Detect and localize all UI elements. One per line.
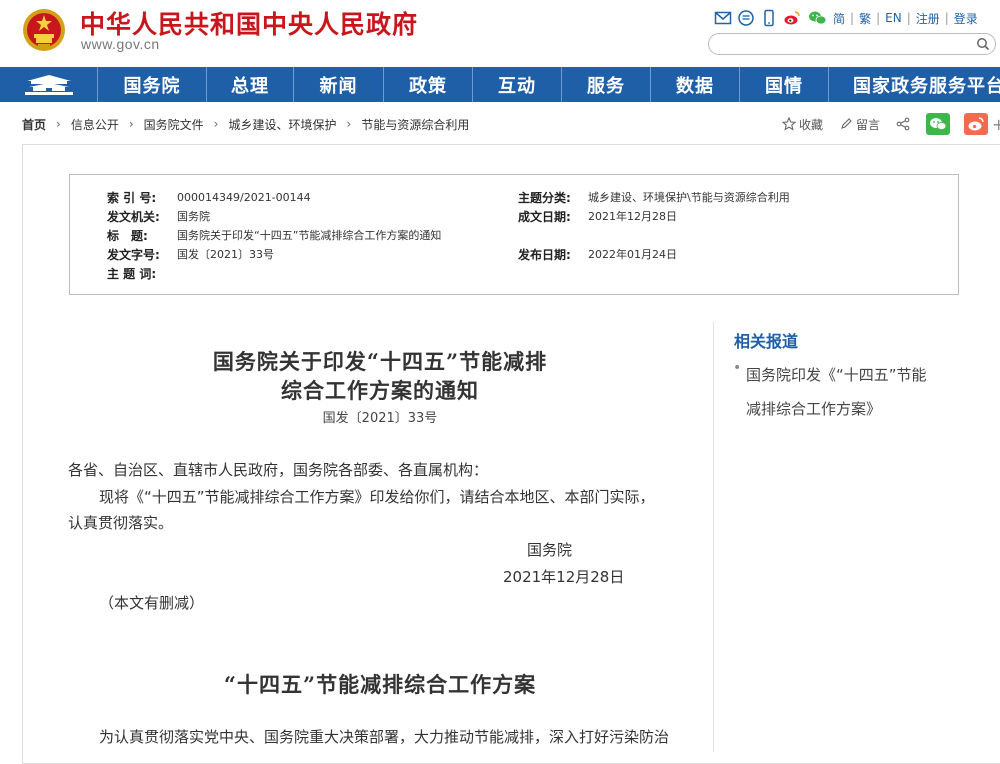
mobile-icon[interactable]	[760, 9, 778, 27]
meta-topic-row: 主题分类: 城乡建设、环境保护\节能与资源综合利用	[518, 188, 790, 206]
english-link[interactable]: EN	[885, 11, 902, 25]
star-icon	[782, 117, 796, 131]
article-title-line-2: 综合工作方案的通知	[281, 378, 479, 403]
weibo-icon	[968, 117, 984, 131]
plan-paragraph: 为认真贯彻落实党中央、国务院重大决策部署，大力推动节能减排，深入打好污染防治	[99, 728, 670, 746]
meta-index-label: 索 引 号:	[107, 190, 157, 205]
nav-premier[interactable]: 总理	[207, 67, 294, 102]
breadcrumb-separator: ›	[56, 117, 61, 131]
breadcrumb-urban-environment[interactable]: 城乡建设、环境保护	[228, 116, 336, 133]
share-icon[interactable]	[896, 117, 910, 131]
plan-title: “十四五”节能减排综合工作方案	[223, 672, 537, 697]
article-body-line-1: 现将《“十四五”节能减排综合工作方案》印发给你们，请结合本地区、本部门实际，	[99, 488, 655, 506]
login-link[interactable]: 登录	[954, 10, 978, 27]
breadcrumb-separator: ›	[213, 117, 219, 131]
document-metadata-table: 索 引 号: 000014349/2021-00144 主题分类: 城乡建设、环…	[69, 174, 959, 295]
meta-doc-no-value: 国发〔2021〕33号	[177, 248, 274, 261]
mail-icon[interactable]	[714, 9, 732, 27]
meta-publish-label: 发布日期:	[518, 247, 571, 262]
nav-home[interactable]	[0, 67, 98, 102]
comment-label: 留言	[856, 117, 881, 132]
meta-topic-label: 主题分类:	[518, 190, 571, 205]
meta-publish-row: 发布日期: 2022年01月24日	[518, 245, 677, 263]
nav-services[interactable]: 服务	[562, 67, 651, 102]
breadcrumb: 首页 › 信息公开 › 国务院文件 › 城乡建设、环境保护 › 节能与资源综合利…	[22, 115, 469, 133]
related-report-line-2: 减排综合工作方案》	[746, 400, 882, 418]
pencil-icon	[841, 118, 852, 129]
nav-policy[interactable]: 政策	[384, 67, 473, 102]
meta-issuer-row: 发文机关: 国务院	[107, 207, 210, 225]
search-input[interactable]	[719, 36, 969, 52]
related-reports-title: 相关报道	[734, 332, 799, 351]
meta-date-written-row: 成文日期: 2021年12月28日	[518, 207, 677, 225]
favorite-label: 收藏	[799, 117, 824, 132]
article-body-line-2: 认真贯彻落实。	[68, 514, 174, 532]
share-weibo-button[interactable]	[964, 113, 989, 135]
more-share-button[interactable]: +	[992, 115, 1000, 134]
related-report-link[interactable]: 国务院印发《“十四五”节能 减排综合工作方案》	[746, 358, 956, 426]
tiananmen-icon	[24, 74, 73, 95]
favorite-button[interactable]: 收藏	[782, 116, 823, 133]
traditional-chinese-link[interactable]: 繁	[859, 10, 871, 27]
article-salutation: 各省、自治区、直辖市人民政府，国务院各部委、各直属机构：	[68, 461, 489, 479]
divider: |	[876, 11, 881, 25]
share-wechat-button[interactable]	[926, 113, 951, 135]
meta-index-value: 000014349/2021-00144	[177, 190, 311, 204]
nav-data[interactable]: 数据	[651, 67, 740, 102]
meta-publish-value: 2022年01月24日	[588, 248, 677, 261]
register-link[interactable]: 注册	[916, 10, 940, 27]
article-note: （本文有删减）	[99, 594, 205, 612]
nav-news[interactable]: 新闻	[294, 67, 384, 102]
divider: |	[906, 11, 911, 25]
divider: |	[944, 11, 949, 25]
article-title-line-1: 国务院关于印发“十四五”节能减排	[212, 349, 548, 374]
article-tools: 收藏 留言 +	[782, 112, 1000, 136]
nav-interaction[interactable]: 互动	[473, 67, 562, 102]
wechat-icon	[930, 118, 947, 130]
meta-doc-no-label: 发文字号:	[107, 247, 160, 262]
meta-index-row: 索 引 号: 000014349/2021-00144	[107, 188, 311, 206]
breadcrumb-separator: ›	[346, 117, 352, 131]
meta-issuer-value: 国务院	[177, 210, 210, 223]
meta-topic-value: 城乡建设、环境保护\节能与资源综合利用	[588, 191, 790, 204]
breadcrumb-energy-saving[interactable]: 节能与资源综合利用	[361, 116, 469, 133]
nav-gov-service-platform[interactable]: 国家政务服务平台	[829, 67, 1000, 102]
national-emblem-icon[interactable]	[22, 7, 66, 53]
meta-title-label: 标 题:	[107, 228, 148, 243]
simplified-chinese-link[interactable]: 简	[833, 10, 845, 27]
nav-state-council[interactable]: 国务院	[98, 67, 207, 102]
list-bullet: •	[733, 360, 742, 376]
breadcrumb-state-council-docs[interactable]: 国务院文件	[144, 116, 204, 133]
chat-icon[interactable]	[737, 9, 755, 27]
meta-title-row: 标 题: 国务院关于印发“十四五”节能减排综合工作方案的通知	[107, 226, 441, 244]
comment-button[interactable]: 留言	[839, 116, 880, 133]
meta-date-written-label: 成文日期:	[518, 209, 571, 224]
weibo-icon[interactable]	[783, 9, 801, 27]
article-doc-number: 国发〔2021〕33号	[322, 411, 438, 426]
site-header: 中华人民共和国中央人民政府 www.gov.cn 简 | 繁 | EN | 注册…	[0, 0, 1000, 66]
article-signer: 国务院	[527, 541, 573, 559]
meta-keywords-label: 主 题 词:	[107, 266, 157, 281]
search-icon[interactable]	[976, 37, 990, 51]
breadcrumb-separator: ›	[128, 117, 134, 131]
meta-date-written-value: 2021年12月28日	[588, 210, 677, 223]
breadcrumb-info-disclosure[interactable]: 信息公开	[71, 116, 119, 133]
sidebar-divider	[713, 322, 714, 752]
article-sign-date: 2021年12月28日	[503, 568, 625, 586]
meta-doc-no-row: 发文字号: 国发〔2021〕33号	[107, 245, 274, 263]
meta-issuer-label: 发文机关:	[107, 209, 160, 224]
wechat-icon[interactable]	[806, 9, 828, 27]
meta-title-value: 国务院关于印发“十四五”节能减排综合工作方案的通知	[177, 229, 442, 242]
meta-keywords-row: 主 题 词:	[107, 264, 177, 282]
related-report-line-1: 国务院印发《“十四五”节能	[746, 366, 927, 384]
site-url[interactable]: www.gov.cn	[81, 36, 160, 52]
main-nav: 国务院 总理 新闻 政策 互动 服务 数据 国情 国家政务服务平台	[0, 67, 1000, 102]
top-links-bar: 简 | 繁 | EN | 注册 | 登录	[714, 8, 978, 28]
breadcrumb-home[interactable]: 首页	[22, 116, 46, 133]
search-box	[708, 33, 996, 55]
divider: |	[850, 11, 855, 25]
nav-national-info[interactable]: 国情	[740, 67, 829, 102]
